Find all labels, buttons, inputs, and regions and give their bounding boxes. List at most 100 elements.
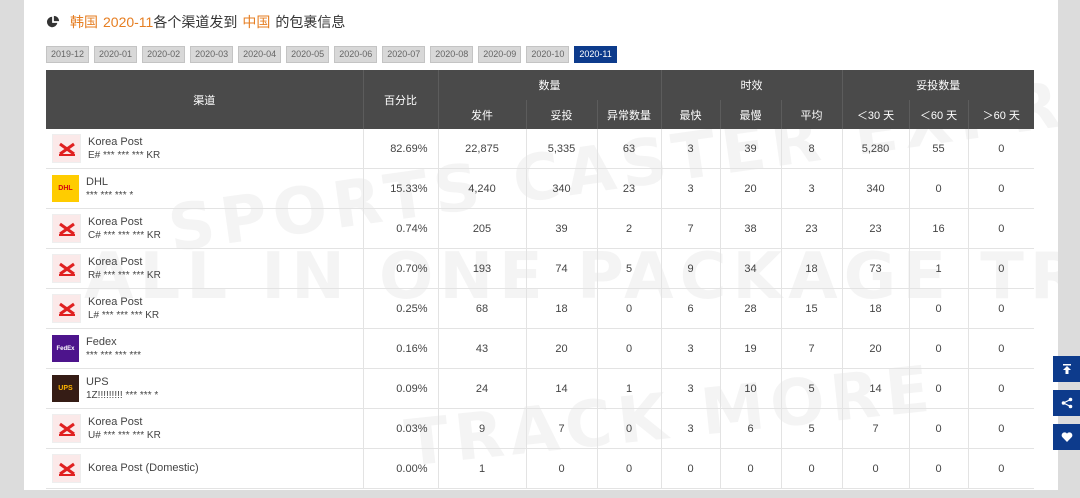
title-suffix: 的包裹信息	[275, 14, 346, 30]
header-gt60[interactable]: ＞60 天	[967, 100, 1034, 129]
header-lt60[interactable]: ＜60 天	[908, 100, 968, 129]
cell-lt30: 23	[841, 208, 909, 249]
cell-lt60: 0	[908, 288, 968, 329]
month-tab[interactable]: 2019-12	[46, 46, 90, 63]
month-tab[interactable]: 2020-03	[190, 46, 234, 63]
channel-text: DHL *** *** *** *	[86, 176, 133, 202]
channel-table: 渠道 百分比 数量 时效 妥投数量 发件 妥投 异常数量 最快 最慢 平均 ＜3…	[46, 70, 1034, 489]
cell-slowest: 10	[719, 368, 781, 409]
month-tab[interactable]: 2020-07	[382, 46, 426, 63]
channel-cell: Korea Post E# *** *** *** KR	[46, 129, 363, 169]
cell-slowest: 38	[719, 208, 781, 249]
cell-average: 15	[780, 288, 842, 329]
channel-name: Korea Post	[88, 295, 143, 308]
cell-lt60: 55	[908, 129, 968, 169]
korea-post-logo-icon	[58, 142, 75, 156]
channel-name: DHL	[86, 175, 109, 188]
channel-info: FedEx Fedex *** *** *** ***	[46, 335, 363, 362]
cell-percent: 0.00%	[362, 448, 438, 489]
table-row[interactable]: FedEx Fedex *** *** *** *** 0.16% 43 20 0 3 19 7 2…	[46, 328, 1034, 369]
favorite-button[interactable]	[1053, 424, 1080, 450]
carrier-logo-text: DHL	[58, 185, 73, 192]
channel-cell: Korea Post U# *** *** *** KR	[46, 408, 363, 449]
table-row[interactable]: UPS UPS 1Z!!!!!!!!! *** *** * 0.09% 24 14 1 3 10…	[46, 368, 1034, 409]
share-button[interactable]	[1053, 390, 1080, 416]
table-row[interactable]: Korea Post L# *** *** *** KR 0.25% 68 18 0 6 28…	[46, 288, 1034, 329]
month-tab[interactable]: 2020-10	[526, 46, 570, 63]
header-lt30[interactable]: ＜30 天	[841, 100, 909, 129]
cell-percent: 0.09%	[362, 368, 438, 409]
cell-lt60: 0	[908, 408, 968, 449]
title-destination: 中国	[242, 14, 271, 30]
header-abnormal[interactable]: 异常数量	[596, 100, 661, 129]
table-row[interactable]: Korea Post C# *** *** *** KR 0.74% 205 39 2 7 3…	[46, 208, 1034, 249]
cell-slowest: 6	[719, 408, 781, 449]
cell-fastest: 9	[660, 248, 720, 289]
month-tab[interactable]: 2020-11	[574, 46, 617, 63]
month-tab[interactable]: 2020-01	[94, 46, 138, 63]
header-sent[interactable]: 发件	[437, 100, 526, 129]
table-row[interactable]: Korea Post (Domestic) 0.00% 1 0 0 0 0 0 0 0 0	[46, 448, 1034, 489]
title-month: 2020-11	[103, 14, 154, 30]
korea-post-logo-icon	[58, 302, 75, 316]
table-row[interactable]: DHL DHL *** *** *** * 15.33% 4,240 340 23 3 20 3 3…	[46, 168, 1034, 209]
cell-lt30: 18	[841, 288, 909, 329]
table-row[interactable]: Korea Post U# *** *** *** KR 0.03% 9 7 0 3 6 5 7 0…	[46, 408, 1034, 449]
cell-lt60: 0	[908, 328, 968, 369]
back-to-top-button[interactable]	[1053, 356, 1080, 382]
carrier-logo	[52, 454, 81, 483]
cell-fastest: 7	[660, 208, 720, 249]
korea-post-logo-icon	[58, 422, 75, 436]
header-group-time: 时效	[660, 70, 842, 100]
header-fastest[interactable]: 最快	[660, 100, 720, 129]
cell-sent: 4,240	[437, 168, 526, 209]
cell-lt60: 0	[908, 368, 968, 409]
month-tab[interactable]: 2020-02	[142, 46, 186, 63]
cell-lt30: 0	[841, 448, 909, 489]
cell-gt60: 0	[967, 208, 1034, 249]
cell-sent: 68	[437, 288, 526, 329]
channel-info: Korea Post (Domestic)	[46, 454, 363, 483]
cell-gt60: 0	[967, 328, 1034, 369]
share-icon	[1061, 397, 1072, 409]
channel-cell: DHL DHL *** *** *** *	[46, 168, 363, 209]
cell-average: 5	[780, 408, 842, 449]
header-channel[interactable]: 渠道	[46, 70, 363, 129]
month-tab[interactable]: 2020-09	[478, 46, 522, 63]
carrier-logo	[52, 134, 81, 163]
back-to-top-icon	[1062, 364, 1071, 374]
header-slowest[interactable]: 最慢	[719, 100, 781, 129]
cell-delivered: 7	[525, 408, 597, 449]
cell-lt30: 20	[841, 328, 909, 369]
header-percent[interactable]: 百分比	[362, 70, 438, 129]
channel-text: Korea Post (Domestic)	[88, 462, 199, 475]
month-tab[interactable]: 2020-05	[286, 46, 330, 63]
cell-average: 5	[780, 368, 842, 409]
cell-delivered: 39	[525, 208, 597, 249]
cell-abnormal: 63	[596, 129, 661, 169]
channel-info: Korea Post R# *** *** *** KR	[46, 254, 363, 283]
tracking-format: U# *** *** *** KR	[88, 429, 161, 441]
cell-percent: 82.69%	[362, 129, 438, 169]
table-row[interactable]: Korea Post R# *** *** *** KR 0.70% 193 74 5 9 3…	[46, 248, 1034, 289]
carrier-logo-text: UPS	[58, 385, 73, 392]
cell-fastest: 3	[660, 129, 720, 169]
cell-percent: 0.25%	[362, 288, 438, 329]
month-tab[interactable]: 2020-08	[430, 46, 474, 63]
korea-post-logo-icon	[58, 262, 75, 276]
table-row[interactable]: Korea Post E# *** *** *** KR 82.69% 22,875 5…	[46, 129, 1034, 169]
title-mid: 各个渠道发到	[153, 14, 238, 30]
cell-delivered: 14	[525, 368, 597, 409]
cell-gt60: 0	[967, 168, 1034, 209]
month-tab[interactable]: 2020-06	[334, 46, 378, 63]
cell-sent: 205	[437, 208, 526, 249]
month-tab[interactable]: 2020-04	[238, 46, 282, 63]
cell-gt60: 0	[967, 368, 1034, 409]
title-country: 韩国	[70, 14, 98, 30]
channel-cell: Korea Post L# *** *** *** KR	[46, 288, 363, 329]
channel-name: Korea Post	[88, 415, 143, 428]
cell-slowest: 34	[719, 248, 781, 289]
cell-gt60: 0	[967, 288, 1034, 329]
header-delivered[interactable]: 妥投	[525, 100, 597, 129]
header-average[interactable]: 平均	[780, 100, 842, 129]
